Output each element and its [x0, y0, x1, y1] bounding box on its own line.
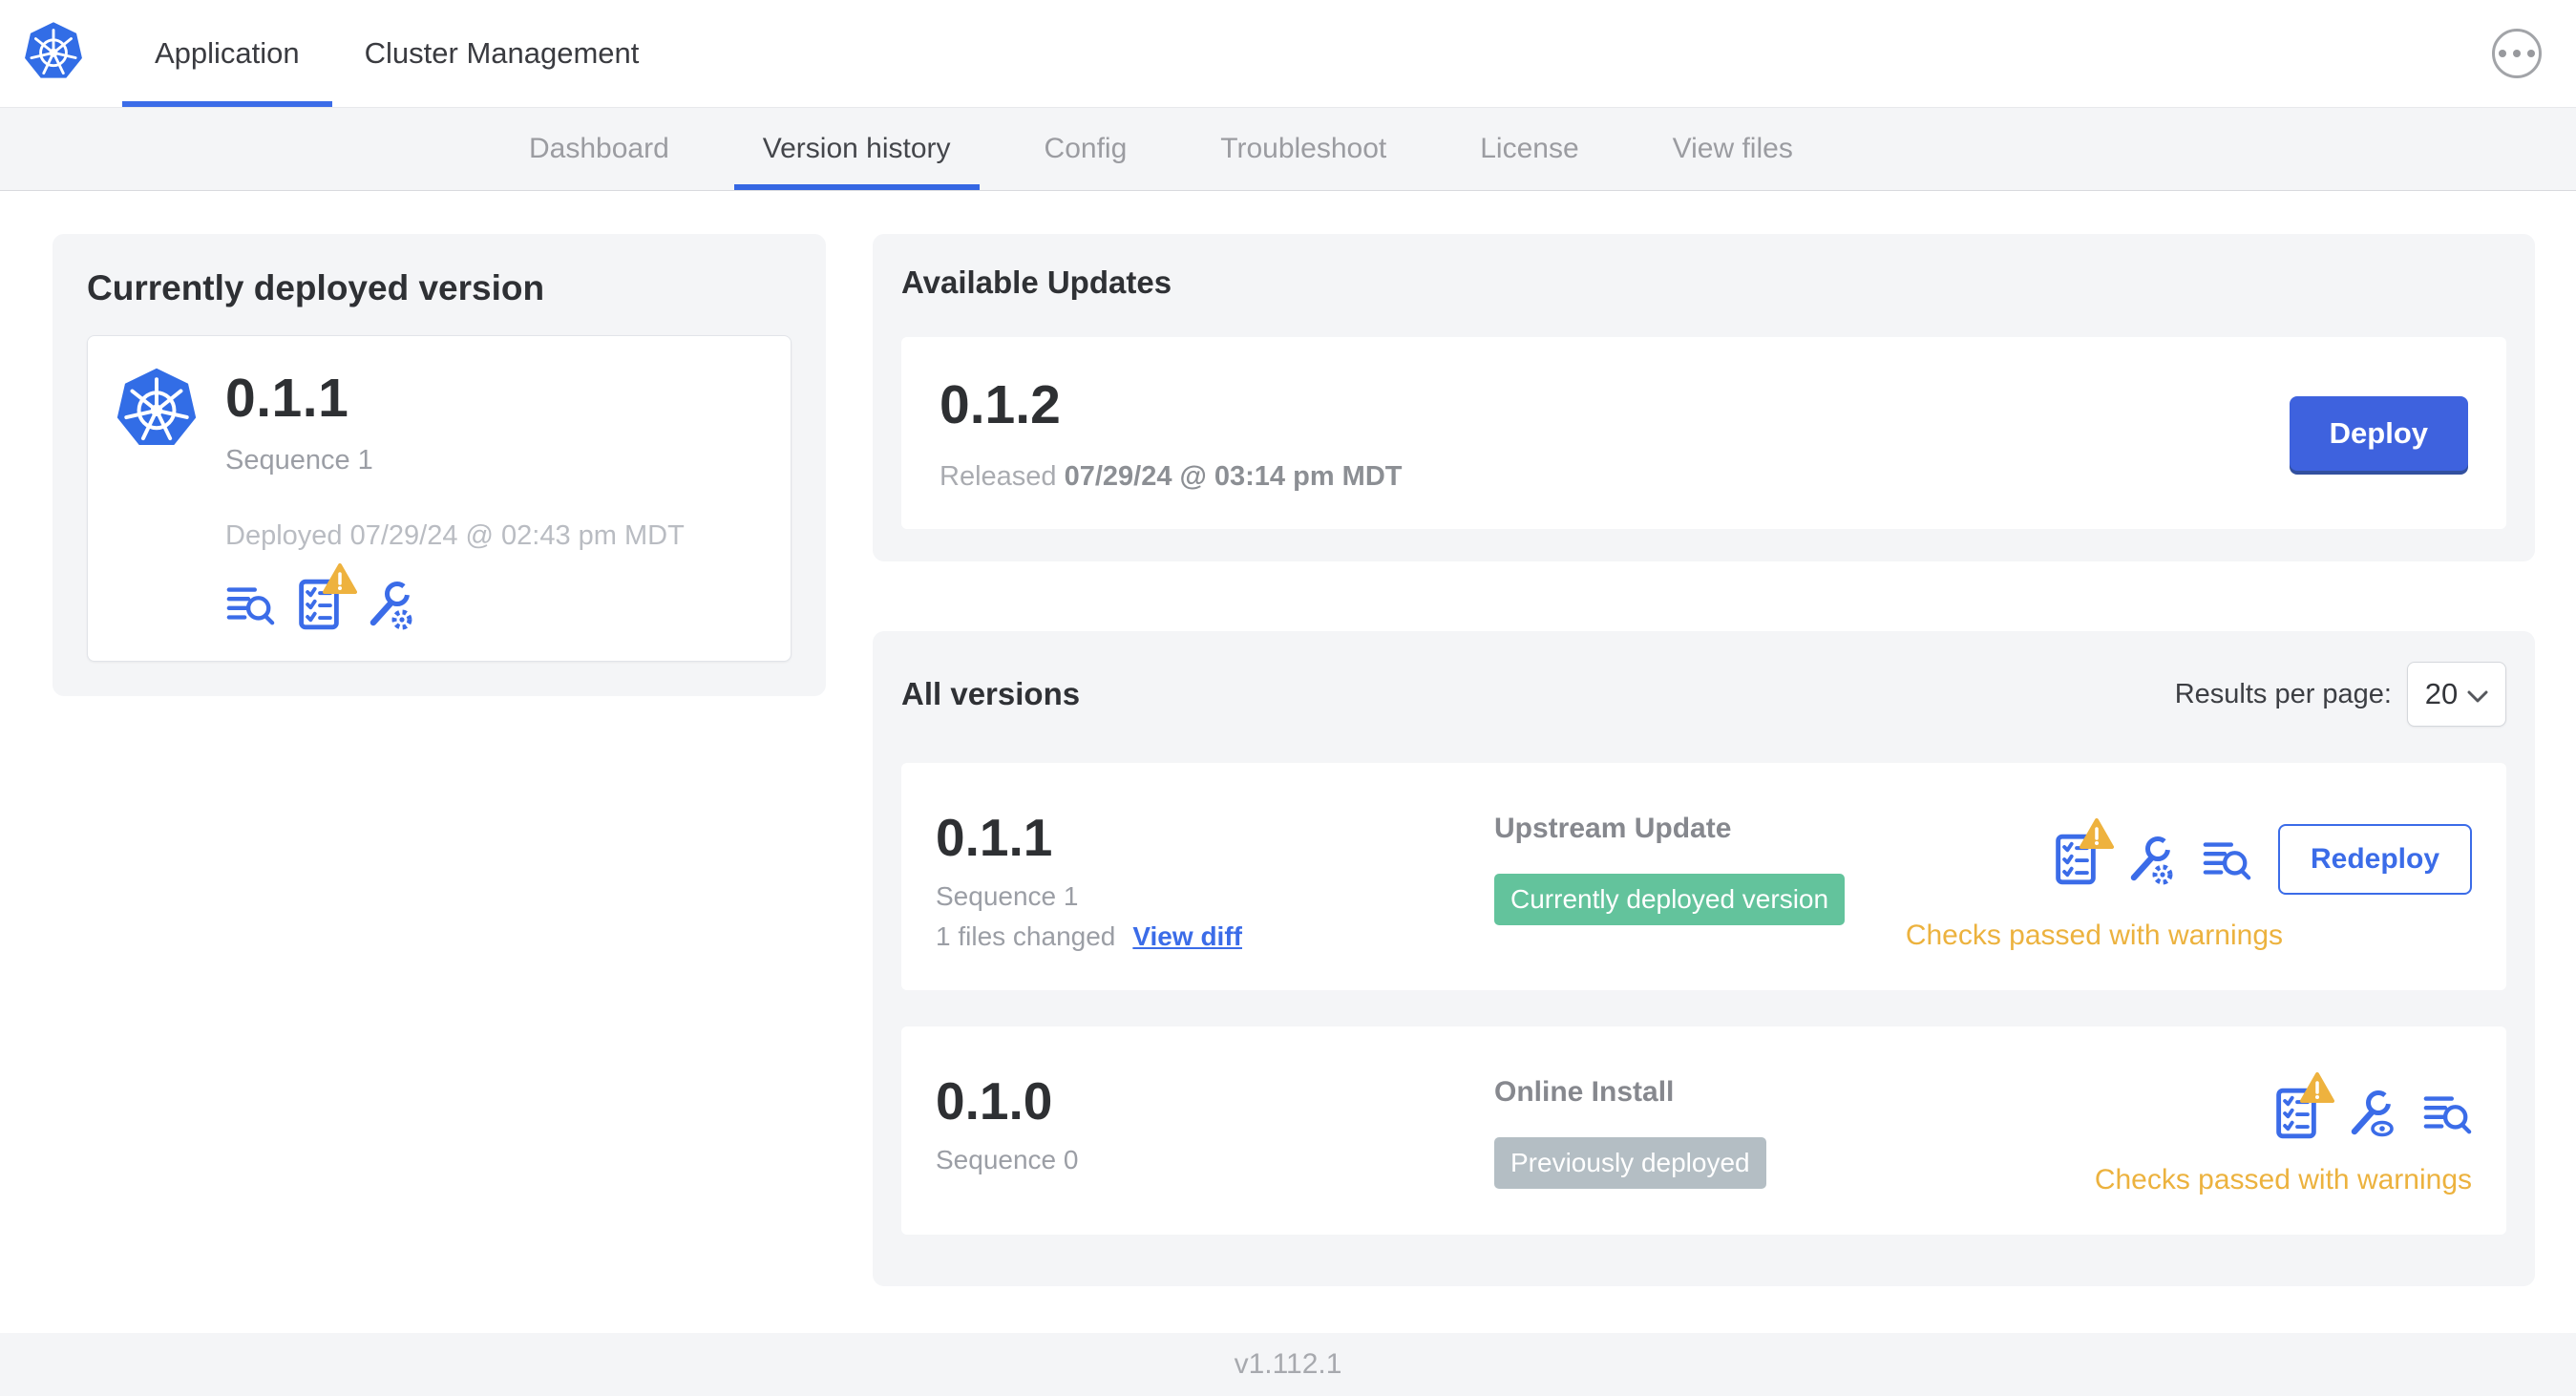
deployed-sequence: Sequence 1: [225, 445, 373, 476]
deployed-timestamp: Deployed 07/29/24 @ 02:43 pm MDT: [225, 520, 685, 551]
view-release-notes-icon[interactable]: [2422, 1090, 2472, 1136]
row-source-type: Online Install: [1494, 1076, 1675, 1108]
deployed-version-card: 0.1.1 Sequence 1 Deployed 07/29/24 @ 02:…: [87, 335, 792, 662]
version-row-0-1-0: 0.1.0 Sequence 0 Online Install Previous…: [901, 1026, 2506, 1235]
view-config-icon[interactable]: [2344, 1088, 2396, 1139]
app-footer: v1.112.1: [0, 1333, 2576, 1396]
currently-deployed-badge: Currently deployed version: [1494, 874, 1846, 925]
files-changed-label: 1 files changed: [936, 921, 1116, 951]
tab-config[interactable]: Config: [1016, 108, 1156, 190]
tab-application[interactable]: Application: [122, 0, 332, 107]
kubernetes-app-icon: [115, 367, 199, 630]
tab-dashboard[interactable]: Dashboard: [500, 108, 698, 190]
update-version-number: 0.1.2: [940, 374, 1061, 435]
all-versions-title: All versions: [901, 676, 1081, 711]
preflight-status-text: Checks passed with warnings: [1905, 920, 2283, 951]
currently-deployed-card: Currently deployed version 0.1.1 Sequenc…: [53, 234, 826, 696]
view-release-notes-icon[interactable]: [225, 582, 275, 627]
update-released-date: 07/29/24 @ 03:14 pm MDT: [1064, 461, 1403, 492]
version-row-0-1-1: 0.1.1 Sequence 1 1 files changed View di…: [901, 763, 2506, 990]
tab-view-files[interactable]: View files: [1644, 108, 1822, 190]
results-per-page-select[interactable]: 20: [2407, 662, 2506, 727]
tab-troubleshoot[interactable]: Troubleshoot: [1192, 108, 1415, 190]
available-updates-card: Available Updates 0.1.2 Released 07/29/2…: [873, 234, 2535, 561]
all-versions-card: All versions Results per page: 20 0.1.1 …: [873, 631, 2535, 1286]
chevron-down-icon: [2467, 677, 2488, 711]
deployed-version-number: 0.1.1: [225, 368, 349, 429]
overflow-menu-button[interactable]: [2492, 29, 2542, 78]
ellipsis-icon: [2499, 50, 2506, 57]
warning-triangle-icon: [2300, 1072, 2334, 1108]
tab-license[interactable]: License: [1451, 108, 1607, 190]
row-source-type: Upstream Update: [1494, 813, 1732, 844]
preflight-checks-warning-icon[interactable]: [2275, 1072, 2334, 1139]
preflight-status-text: Checks passed with warnings: [2094, 1164, 2472, 1195]
app-logo: [0, 0, 122, 107]
row-sequence: Sequence 0: [936, 1145, 1079, 1174]
update-released-line: Released 07/29/24 @ 03:14 pm MDT: [940, 461, 1403, 492]
preflight-checks-warning-icon[interactable]: [298, 563, 357, 630]
kubernetes-logo-icon: [23, 21, 84, 87]
main-content: Currently deployed version 0.1.1 Sequenc…: [0, 191, 2576, 1286]
top-bar: Application Cluster Management: [0, 0, 2576, 107]
tab-cluster-management[interactable]: Cluster Management: [332, 0, 672, 107]
edit-config-icon[interactable]: [2123, 834, 2175, 885]
currently-deployed-title: Currently deployed version: [87, 268, 545, 307]
redeploy-button[interactable]: Redeploy: [2277, 824, 2472, 895]
row-sequence: Sequence 1: [936, 881, 1079, 911]
preflight-checks-warning-icon[interactable]: [2055, 818, 2114, 885]
row-version-number: 0.1.0: [936, 1071, 1053, 1131]
edit-config-icon[interactable]: [363, 579, 414, 630]
tab-version-history[interactable]: Version history: [733, 108, 980, 190]
app-subnav: Dashboard Version history Config Trouble…: [0, 107, 2576, 191]
view-release-notes-icon[interactable]: [2202, 836, 2251, 882]
available-update-row: 0.1.2 Released 07/29/24 @ 03:14 pm MDT D…: [901, 337, 2506, 529]
primary-nav: Application Cluster Management: [122, 0, 671, 107]
warning-triangle-icon: [2079, 818, 2114, 854]
console-version: v1.112.1: [1234, 1348, 1342, 1380]
warning-triangle-icon: [323, 563, 357, 599]
view-diff-link[interactable]: View diff: [1132, 921, 1242, 952]
results-per-page-label: Results per page:: [2174, 678, 2392, 709]
row-version-number: 0.1.1: [936, 808, 1053, 867]
available-updates-title: Available Updates: [901, 264, 1172, 300]
previously-deployed-badge: Previously deployed: [1494, 1137, 1766, 1189]
deploy-button[interactable]: Deploy: [2289, 395, 2468, 471]
